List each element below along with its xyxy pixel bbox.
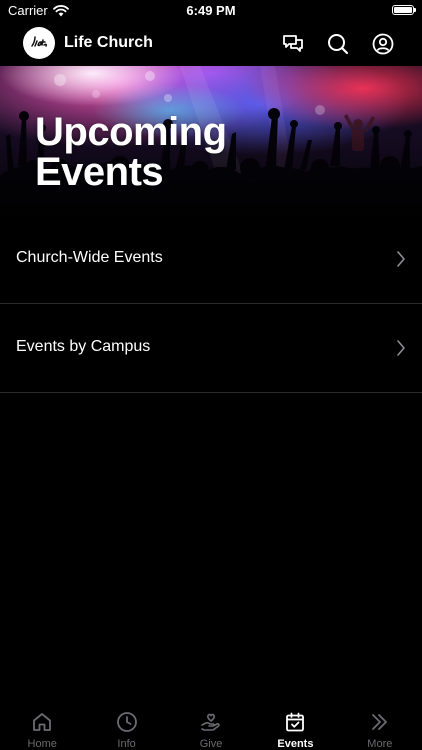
hero-title: Upcoming Events bbox=[35, 110, 227, 194]
tab-label: Give bbox=[199, 738, 223, 750]
calendar-check-icon bbox=[286, 712, 305, 732]
tab-label: Events bbox=[277, 738, 314, 750]
app-title: Life Church bbox=[64, 34, 153, 51]
app-header: Life Church bbox=[0, 24, 422, 64]
logo-mark-icon bbox=[31, 36, 47, 47]
bottom-tab-bar: Home Info Give Events More bbox=[0, 702, 422, 750]
events-menu-list: Church-Wide Events Events by Campus bbox=[0, 215, 422, 393]
tab-label: Home bbox=[27, 738, 57, 750]
hero-banner[interactable]: Upcoming Events bbox=[0, 66, 422, 215]
menu-item-events-by-campus[interactable]: Events by Campus bbox=[0, 304, 422, 393]
tab-events[interactable]: Events bbox=[253, 702, 337, 750]
double-chevron-icon bbox=[371, 714, 387, 730]
battery-fill bbox=[394, 7, 412, 13]
menu-item-church-wide-events[interactable]: Church-Wide Events bbox=[0, 215, 422, 304]
menu-item-label: Events by Campus bbox=[16, 338, 151, 355]
chevron-right-icon bbox=[397, 340, 405, 356]
chat-icon[interactable] bbox=[281, 32, 305, 56]
home-icon bbox=[33, 713, 52, 731]
tab-more[interactable]: More bbox=[338, 702, 422, 750]
tab-home[interactable]: Home bbox=[0, 702, 84, 750]
menu-item-label: Church-Wide Events bbox=[16, 249, 163, 266]
tab-label: More bbox=[367, 738, 393, 750]
status-time: 6:49 PM bbox=[186, 3, 236, 18]
tab-label: Info bbox=[117, 738, 136, 750]
church-logo[interactable] bbox=[23, 27, 55, 59]
search-icon[interactable] bbox=[326, 32, 350, 56]
profile-icon[interactable] bbox=[371, 32, 395, 56]
give-icon bbox=[201, 713, 220, 731]
tab-info[interactable]: Info bbox=[84, 702, 168, 750]
status-bar: Carrier 6:49 PM bbox=[0, 0, 422, 22]
clock-icon bbox=[116, 712, 137, 732]
chevron-right-icon bbox=[397, 251, 405, 267]
battery-icon bbox=[392, 5, 416, 15]
battery-nub bbox=[414, 8, 416, 12]
tab-give[interactable]: Give bbox=[169, 702, 253, 750]
